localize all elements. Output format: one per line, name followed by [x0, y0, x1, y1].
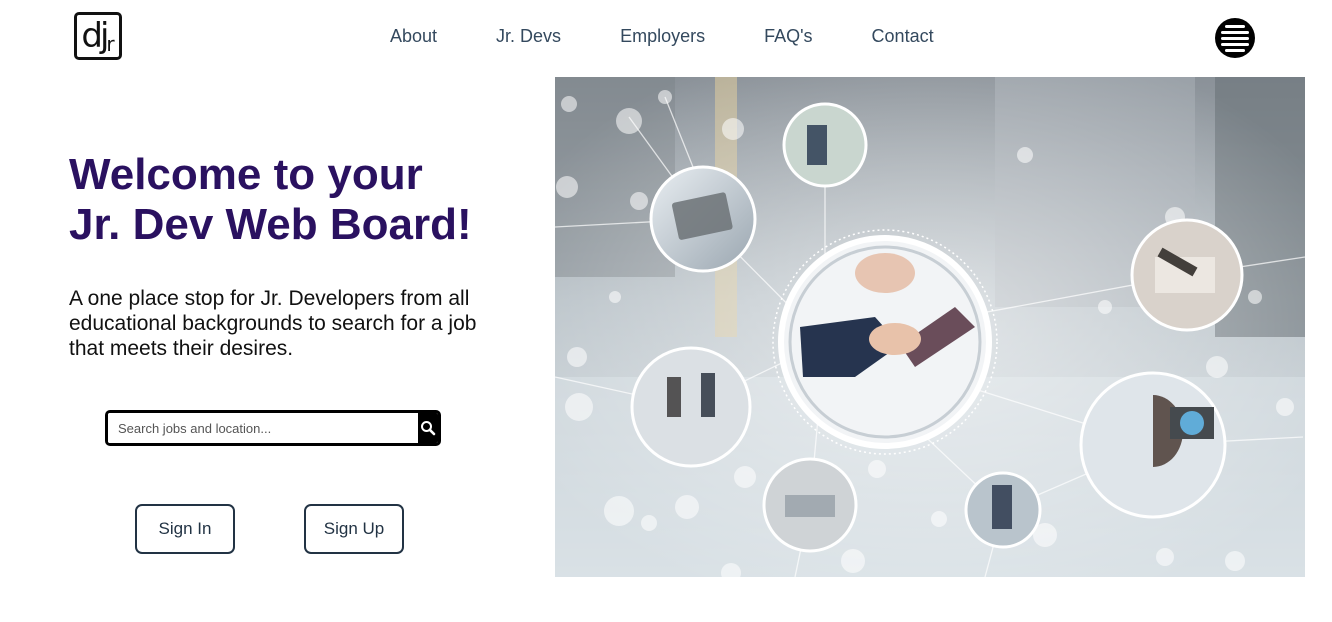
hero-title: Welcome to your Jr. Dev Web Board!: [69, 150, 472, 250]
nav-faqs[interactable]: FAQ's: [764, 26, 812, 47]
hero-title-line2: Jr. Dev Web Board!: [69, 200, 472, 249]
nav-contact[interactable]: Contact: [872, 26, 934, 47]
sign-in-button[interactable]: Sign In: [135, 504, 235, 554]
networking-illustration: [555, 77, 1305, 577]
hero-title-line1: Welcome to your: [69, 150, 423, 199]
search-input[interactable]: [108, 413, 418, 443]
site-logo[interactable]: dj r: [74, 12, 122, 60]
logo-main-text: dj: [81, 16, 109, 56]
nav-employers[interactable]: Employers: [620, 26, 705, 47]
search-button[interactable]: [418, 413, 438, 443]
main-nav: About Jr. Devs Employers FAQ's Contact: [390, 26, 993, 47]
hero-subtitle: A one place stop for Jr. Developers from…: [69, 287, 477, 360]
hamburger-menu-icon[interactable]: [1215, 18, 1255, 58]
magnifier-icon: [421, 421, 436, 436]
nav-jr-devs[interactable]: Jr. Devs: [496, 26, 561, 47]
hero-image: [555, 77, 1305, 577]
search-bar: [105, 410, 441, 446]
sign-up-button[interactable]: Sign Up: [304, 504, 404, 554]
logo-sub-text: r: [106, 32, 115, 56]
nav-about[interactable]: About: [390, 26, 437, 47]
